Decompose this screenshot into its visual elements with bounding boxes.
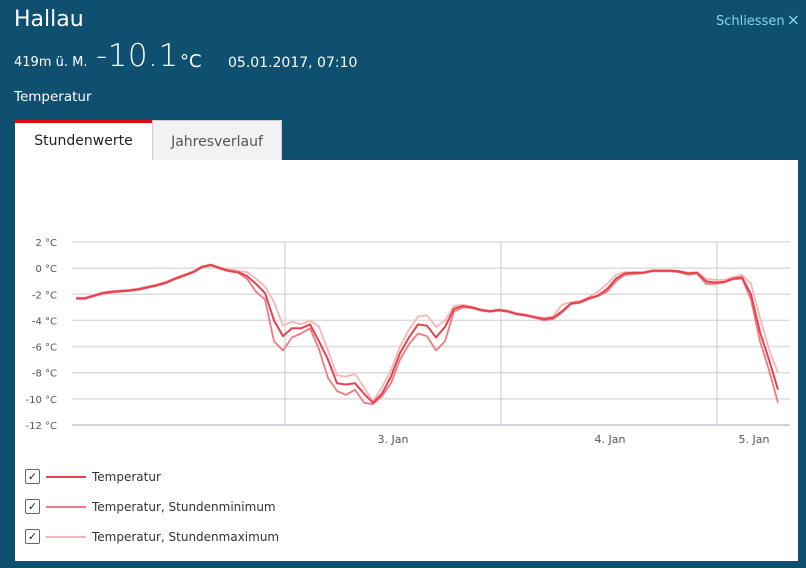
- y-tick-label: -12 °C: [26, 421, 58, 432]
- y-tick-label: 2 °C: [35, 238, 57, 249]
- y-tick-label: -10 °C: [26, 395, 58, 406]
- legend-item-temperatur[interactable]: ✓ Temperatur: [25, 469, 161, 484]
- y-tick-label: -8 °C: [32, 369, 57, 380]
- x-tick-label: 3. Jan: [378, 433, 409, 446]
- y-tick-label: -2 °C: [32, 290, 57, 301]
- legend-line: [46, 505, 86, 508]
- x-tick-label: 5. Jan: [739, 433, 770, 446]
- y-tick-label: 0 °C: [35, 264, 57, 275]
- x-tick-label: 4. Jan: [595, 433, 626, 446]
- checkbox[interactable]: ✓: [25, 529, 40, 544]
- legend-item-maximum[interactable]: ✓ Temperatur, Stundenmaximum: [25, 529, 279, 544]
- legend-label: Temperatur, Stundenmaximum: [92, 529, 280, 544]
- legend-line: [46, 535, 86, 538]
- legend-label: Temperatur, Stundenminimum: [92, 499, 276, 514]
- checkbox[interactable]: ✓: [25, 499, 40, 514]
- series-line-maximum: [76, 263, 779, 403]
- checkbox[interactable]: ✓: [25, 469, 40, 484]
- legend-item-minimum[interactable]: ✓ Temperatur, Stundenminimum: [25, 499, 276, 514]
- temperature-chart: 2 °C 0 °C -2 °C -4 °C -6 °C -8 °C -10 °C -12 °C…: [26, 238, 790, 446]
- series-line-temperatur: [76, 263, 779, 404]
- series-line-minimum: [76, 264, 779, 406]
- legend-label: Temperatur: [92, 469, 161, 484]
- legend-line: [46, 475, 86, 478]
- y-tick-label: -6 °C: [32, 343, 57, 354]
- y-tick-label: -4 °C: [32, 316, 57, 327]
